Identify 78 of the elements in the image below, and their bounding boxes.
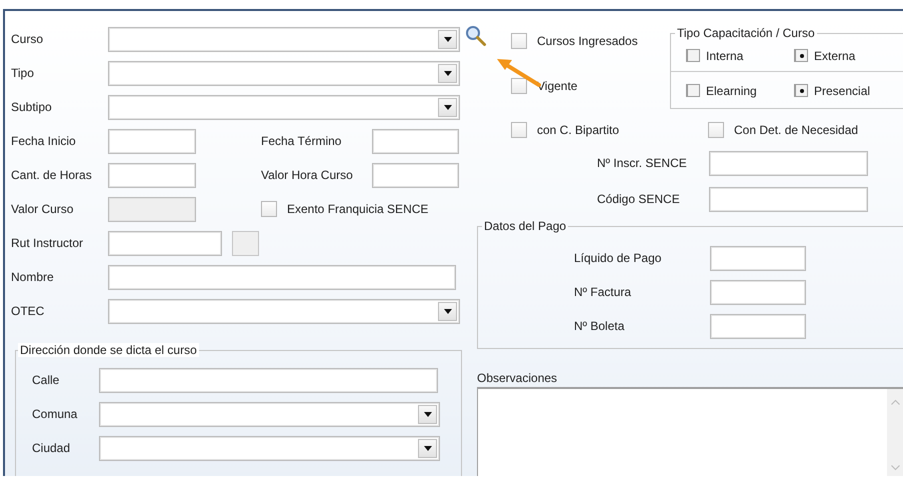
caret-icon [444, 70, 452, 76]
input-field[interactable] [108, 162, 196, 188]
checkbox[interactable] [708, 122, 724, 138]
dropdown-button[interactable] [438, 30, 457, 48]
field-label: Curso [11, 32, 44, 46]
field-label: Valor Hora Curso [261, 168, 354, 182]
field-label: Nº Boleta [574, 319, 626, 333]
field-label: Nº Inscr. SENCE [597, 156, 688, 170]
input-field[interactable] [372, 162, 459, 188]
radio-button[interactable] [686, 84, 700, 97]
field-label: Líquido de Pago [574, 251, 662, 265]
search-button[interactable] [465, 23, 487, 49]
input-field[interactable] [709, 186, 868, 212]
input-field[interactable] [710, 314, 806, 338]
checkbox[interactable] [511, 78, 527, 94]
field-label: Fecha Inicio [11, 134, 77, 148]
field-label: Ciudad [32, 441, 72, 455]
scroll-up-icon [891, 399, 900, 405]
caret-icon [444, 104, 452, 110]
field-label: OTEC [11, 304, 46, 318]
caret-icon [444, 308, 452, 314]
scroll-down-icon [891, 465, 900, 471]
input-field[interactable] [108, 264, 456, 290]
radio-button[interactable] [794, 49, 808, 62]
dropdown-button[interactable] [418, 404, 437, 424]
field-label: Subtipo [11, 100, 53, 114]
radio-label: Presencial [814, 84, 870, 98]
checkbox[interactable] [511, 122, 527, 138]
search-icon [465, 25, 487, 47]
dropdown-button[interactable] [418, 438, 437, 458]
field-label: Observaciones [477, 371, 558, 387]
field-label: Rut Instructor [11, 236, 84, 250]
group-title: Dirección donde se dicta el curso [18, 343, 199, 357]
dropdown-field[interactable] [108, 298, 460, 324]
text-area[interactable] [477, 387, 903, 476]
input-field[interactable] [99, 368, 438, 392]
checkbox-label: Cursos Ingresados [537, 34, 638, 48]
caret-icon [424, 412, 432, 416]
checkbox-label: Con Det. de Necesidad [734, 123, 858, 137]
radio-label: Interna [706, 48, 744, 62]
dropdown-field[interactable] [108, 94, 460, 120]
input-field[interactable] [710, 280, 806, 304]
field-label: Valor Curso [11, 202, 74, 216]
caret-icon [444, 36, 452, 42]
dropdown-field[interactable] [108, 60, 460, 86]
radio-button[interactable] [794, 84, 808, 97]
checkbox-label: Exento Franquicia SENCE [287, 202, 428, 216]
input-field[interactable] [108, 230, 222, 256]
group-title: Datos del Pago [483, 219, 568, 233]
field-label: Fecha Término [261, 134, 342, 148]
radio-label: Elearning [706, 84, 757, 98]
caret-icon [424, 446, 432, 450]
input-field[interactable] [108, 128, 196, 154]
field-label: Código SENCE [597, 192, 681, 206]
field-label: Nº Factura [574, 285, 632, 299]
input-field[interactable] [710, 246, 806, 270]
dropdown-button[interactable] [438, 98, 457, 116]
field-label: Tipo [11, 66, 35, 80]
input-field[interactable] [709, 150, 868, 176]
field-label: Nombre [11, 270, 55, 284]
checkbox[interactable] [511, 33, 527, 49]
checkbox-label: con C. Bipartito [537, 123, 620, 137]
radio-label: Externa [814, 48, 856, 62]
field-label: Calle [32, 373, 60, 387]
checkbox-label: Vigente [537, 79, 578, 93]
dropdown-field[interactable] [108, 26, 460, 52]
field-label: Comuna [32, 407, 78, 421]
dropdown-button[interactable] [438, 64, 457, 82]
checkbox[interactable] [261, 201, 277, 217]
lookup-button[interactable] [232, 230, 259, 256]
dropdown-field[interactable] [99, 436, 440, 460]
radio-button[interactable] [686, 49, 700, 62]
scrollbar[interactable] [887, 389, 903, 476]
input-field[interactable] [372, 128, 459, 154]
dropdown-button[interactable] [438, 302, 457, 320]
dropdown-field[interactable] [99, 402, 440, 426]
field-label: Cant. de Horas [11, 168, 93, 182]
group-title: Tipo Capacitación / Curso [676, 26, 816, 40]
